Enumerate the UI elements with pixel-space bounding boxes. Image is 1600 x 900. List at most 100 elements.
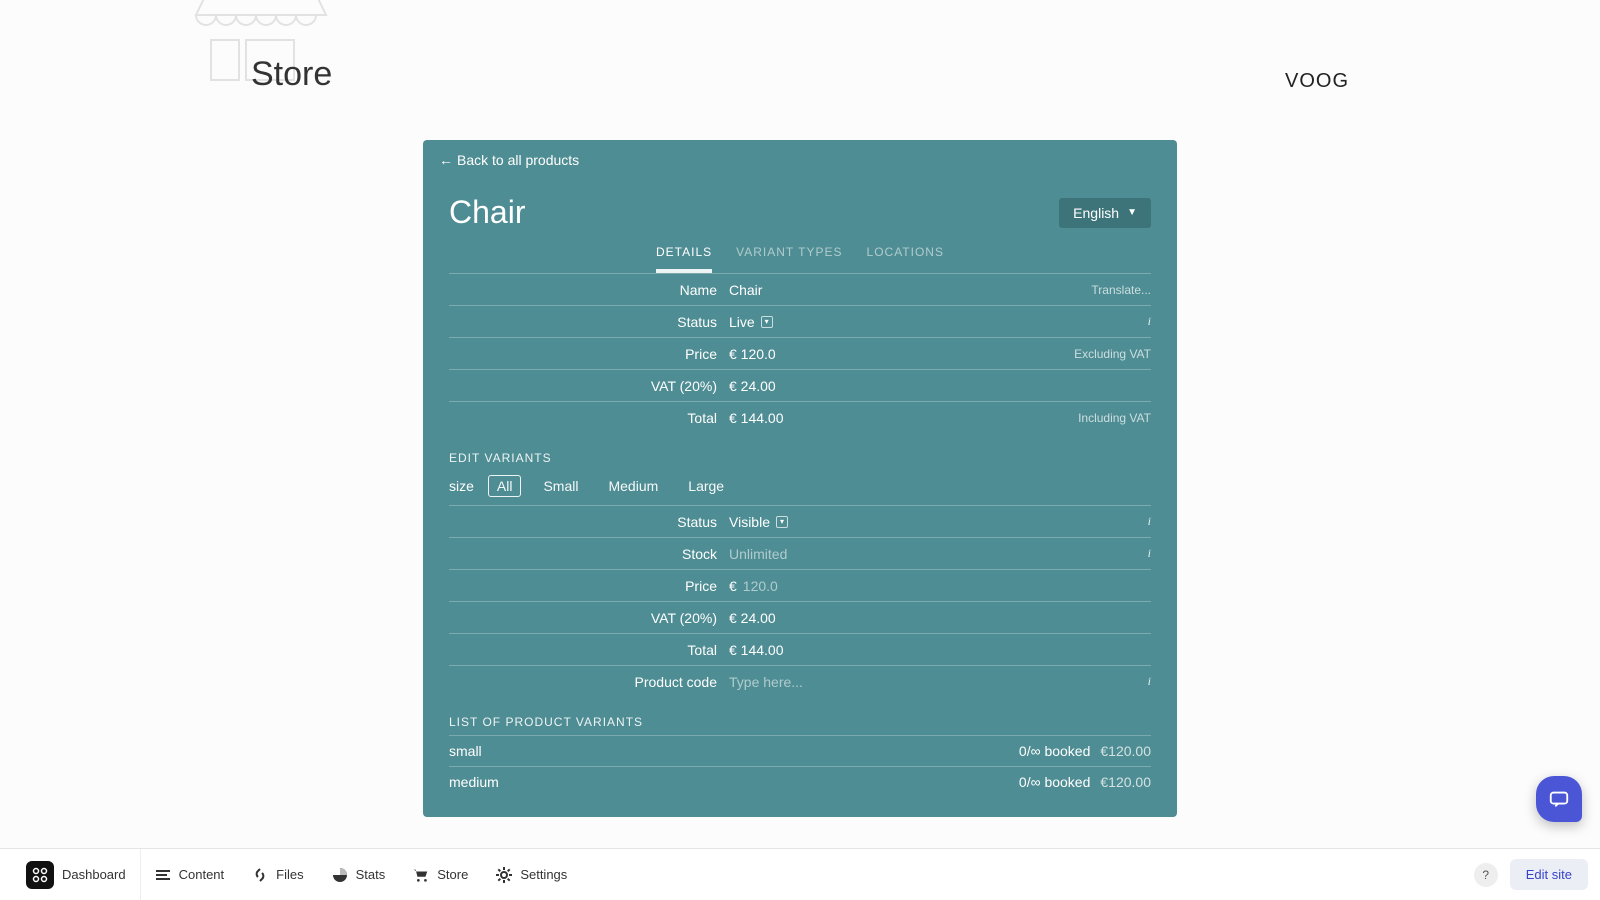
variant-list-heading: LIST OF PRODUCT VARIANTS xyxy=(423,697,1177,735)
admin-bar: Dashboard Content Files Stats Store xyxy=(0,848,1600,900)
variant-filter: size All Small Medium Large xyxy=(423,471,1177,505)
row-price: Price € 120.0 Excluding VAT xyxy=(449,337,1151,369)
variant-chip-all[interactable]: All xyxy=(488,475,522,497)
row-v-total: Total € 144.00 xyxy=(449,633,1151,665)
site-header: Store VOOG xyxy=(251,0,1349,130)
row-v-stock: Stock Unlimited i xyxy=(449,537,1151,569)
v-status-select[interactable]: Visible ▾ xyxy=(729,514,1148,530)
nav-label: Files xyxy=(276,867,303,882)
chevron-down-icon: ▼ xyxy=(1127,207,1137,218)
label-name: Name xyxy=(449,282,729,298)
v-stock-input[interactable]: Unlimited xyxy=(729,546,1148,562)
chat-widget-button[interactable] xyxy=(1536,776,1582,822)
panel-top-bar: ← Back to all products xyxy=(423,140,1177,180)
variant-name: small xyxy=(449,743,482,759)
total-note: Including VAT xyxy=(1078,411,1151,425)
language-dropdown[interactable]: English ▼ xyxy=(1059,198,1151,228)
translate-link[interactable]: Translate... xyxy=(1091,283,1151,297)
v-price-input[interactable]: € 120.0 xyxy=(729,578,1151,594)
label-price: Price xyxy=(449,346,729,362)
currency-symbol: € xyxy=(729,578,737,594)
row-v-vat: VAT (20%) € 24.00 xyxy=(449,601,1151,633)
label-v-price: Price xyxy=(449,578,729,594)
variant-list: small 0/∞ booked €120.00 medium 0/∞ book… xyxy=(423,735,1177,797)
row-total: Total € 144.00 Including VAT xyxy=(449,401,1151,433)
info-icon[interactable]: i xyxy=(1148,546,1151,560)
help-button[interactable]: ? xyxy=(1474,863,1498,887)
variant-list-row[interactable]: small 0/∞ booked €120.00 xyxy=(449,735,1151,766)
variant-chip-small[interactable]: Small xyxy=(535,476,586,496)
product-header: Chair English ▼ xyxy=(423,180,1177,237)
label-vat: VAT (20%) xyxy=(449,378,729,394)
label-v-status: Status xyxy=(449,514,729,530)
nav-settings[interactable]: Settings xyxy=(482,849,581,900)
content-icon xyxy=(155,867,171,883)
edit-site-button[interactable]: Edit site xyxy=(1510,859,1588,890)
chevron-down-icon: ▾ xyxy=(761,316,773,328)
price-input[interactable]: € 120.0 xyxy=(729,346,1074,362)
store-page-title: Store xyxy=(251,55,332,94)
nav-content[interactable]: Content xyxy=(141,849,239,900)
status-select[interactable]: Live ▾ xyxy=(729,314,1148,330)
nav-stats[interactable]: Stats xyxy=(318,849,400,900)
back-link-label: Back to all products xyxy=(457,152,579,168)
total-value: € 144.00 xyxy=(729,410,1078,426)
variant-list-row[interactable]: medium 0/∞ booked €120.00 xyxy=(449,766,1151,797)
row-v-status: Status Visible ▾ i xyxy=(449,505,1151,537)
chevron-down-icon: ▾ xyxy=(776,516,788,528)
variant-detail-rows: Status Visible ▾ i Stock Unlimited i Pri… xyxy=(423,505,1177,697)
product-panel: ← Back to all products Chair English ▼ D… xyxy=(423,140,1177,817)
nav-label: Dashboard xyxy=(62,867,126,882)
variant-name: medium xyxy=(449,774,499,790)
name-input[interactable]: Chair xyxy=(729,282,1091,298)
price-note: Excluding VAT xyxy=(1074,347,1151,361)
cart-icon xyxy=(413,867,429,883)
v-total-value: € 144.00 xyxy=(729,642,1151,658)
vat-value: € 24.00 xyxy=(729,378,1151,394)
info-icon[interactable]: i xyxy=(1148,314,1151,328)
label-v-stock: Stock xyxy=(449,546,729,562)
brand-logo: VOOG xyxy=(1285,70,1349,93)
variant-price: €120.00 xyxy=(1100,743,1151,759)
language-label: English xyxy=(1073,205,1119,221)
nav-files[interactable]: Files xyxy=(238,849,317,900)
tab-variant-types[interactable]: VARIANT TYPES xyxy=(736,245,842,273)
nav-label: Stats xyxy=(356,867,386,882)
info-icon[interactable]: i xyxy=(1148,674,1151,688)
v-price-value: 120.0 xyxy=(743,578,778,594)
product-title: Chair xyxy=(449,194,525,231)
back-to-products-link[interactable]: ← Back to all products xyxy=(439,152,579,168)
label-v-total: Total xyxy=(449,642,729,658)
tab-details[interactable]: DETAILS xyxy=(656,245,712,273)
variant-price: €120.00 xyxy=(1100,774,1151,790)
label-v-vat: VAT (20%) xyxy=(449,610,729,626)
tab-locations[interactable]: LOCATIONS xyxy=(867,245,944,273)
v-status-value: Visible xyxy=(729,514,770,530)
row-vat: VAT (20%) € 24.00 xyxy=(449,369,1151,401)
row-name: Name Chair Translate... xyxy=(449,273,1151,305)
label-status: Status xyxy=(449,314,729,330)
chat-icon xyxy=(1548,788,1570,810)
row-v-price: Price € 120.0 xyxy=(449,569,1151,601)
label-total: Total xyxy=(449,410,729,426)
nav-label: Store xyxy=(437,867,468,882)
stats-icon xyxy=(332,867,348,883)
v-code-input[interactable]: Type here... xyxy=(729,674,1148,690)
variant-chip-medium[interactable]: Medium xyxy=(600,476,666,496)
info-icon[interactable]: i xyxy=(1148,514,1151,528)
details-rows: Name Chair Translate... Status Live ▾ i … xyxy=(423,273,1177,433)
variant-chip-large[interactable]: Large xyxy=(680,476,732,496)
v-vat-value: € 24.00 xyxy=(729,610,1151,626)
nav-label: Content xyxy=(179,867,225,882)
nav-store[interactable]: Store xyxy=(399,849,482,900)
variant-stock: 0/∞ booked xyxy=(1019,774,1090,790)
row-status: Status Live ▾ i xyxy=(449,305,1151,337)
row-v-code: Product code Type here... i xyxy=(449,665,1151,697)
nav-label: Settings xyxy=(520,867,567,882)
arrow-left-icon: ← xyxy=(439,152,453,168)
link-icon xyxy=(252,867,268,883)
label-v-code: Product code xyxy=(449,674,729,690)
edit-variants-heading: EDIT VARIANTS xyxy=(423,433,1177,471)
nav-dashboard[interactable]: Dashboard xyxy=(12,849,140,900)
status-value: Live xyxy=(729,314,755,330)
